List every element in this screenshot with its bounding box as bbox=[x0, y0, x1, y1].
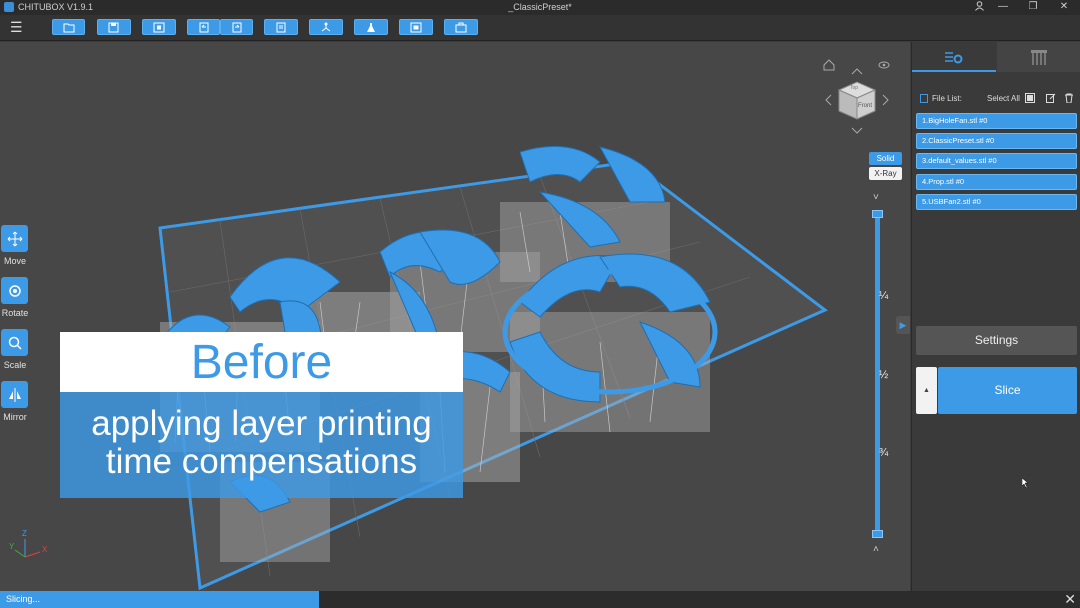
close-button[interactable]: ✕ bbox=[1057, 1, 1071, 13]
settings-button[interactable]: Settings bbox=[916, 326, 1077, 355]
axis-x-label: X bbox=[42, 545, 48, 554]
mirror-icon bbox=[8, 387, 21, 402]
redo-icon bbox=[232, 22, 241, 33]
home-view-icon bbox=[823, 59, 835, 71]
caption-line-2: time compensations bbox=[105, 442, 418, 481]
caption-body: applying layer printing time compensatio… bbox=[60, 392, 463, 498]
redo-button[interactable] bbox=[220, 19, 253, 35]
hamburger-menu-icon[interactable]: ☰ bbox=[10, 20, 26, 34]
status-bar: Slicing... ✕ bbox=[0, 591, 1080, 608]
title-bar: CHITUBOX V1.9.1 _ClassicPreset* — ❐ ✕ bbox=[0, 0, 1080, 15]
move-arrows-icon bbox=[7, 231, 22, 246]
mouse-cursor-icon bbox=[1022, 478, 1029, 488]
view-navigation-cube[interactable]: Front Top bbox=[822, 57, 897, 142]
file-list-label: File List: bbox=[932, 94, 962, 103]
tab-model-settings[interactable] bbox=[912, 42, 996, 72]
maximize-button[interactable]: ❐ bbox=[1026, 1, 1040, 13]
build-plate-scene bbox=[14, 145, 828, 591]
move-tool[interactable]: Move bbox=[0, 225, 30, 266]
caption-overlay: Before applying layer printing time comp… bbox=[60, 332, 463, 498]
file-list-item[interactable]: 2.ClassicPreset.stl #0 bbox=[916, 133, 1077, 149]
slider-mark-three-quarter: ¾ bbox=[879, 447, 889, 459]
select-all-checkbox[interactable] bbox=[1025, 93, 1035, 103]
status-close-icon[interactable]: ✕ bbox=[1064, 592, 1076, 606]
slice-button[interactable]: Slice bbox=[938, 367, 1077, 414]
file-list-item[interactable]: 1.BigHoleFan.stl #0 bbox=[916, 113, 1077, 129]
slicing-progress-bar bbox=[0, 591, 319, 608]
layer-slider-bottom-handle[interactable] bbox=[872, 530, 883, 538]
panel-collapse-arrow-icon[interactable]: ▶ bbox=[896, 316, 910, 334]
edit-icon[interactable] bbox=[1046, 93, 1056, 103]
user-icon[interactable] bbox=[972, 1, 986, 13]
status-text: Slicing... bbox=[6, 594, 41, 604]
dig-hole-button[interactable] bbox=[399, 19, 433, 35]
layer-slider-top-handle[interactable] bbox=[872, 210, 883, 218]
flask-icon bbox=[367, 23, 375, 32]
move-tool-label: Move bbox=[3, 256, 26, 266]
mirror-tool[interactable]: Mirror bbox=[0, 381, 30, 422]
hollow-button[interactable] bbox=[354, 19, 388, 35]
file-list-item[interactable]: 4.Prop.stl #0 bbox=[916, 174, 1077, 190]
save-icon bbox=[108, 22, 119, 33]
trash-icon[interactable] bbox=[1064, 93, 1074, 103]
rotate-tool-label: Rotate bbox=[1, 308, 29, 318]
support-table-icon bbox=[1031, 50, 1047, 65]
copy-button[interactable] bbox=[264, 19, 298, 35]
network-icon bbox=[321, 22, 331, 32]
document-title: _ClassicPreset* bbox=[508, 2, 572, 12]
undo-button[interactable] bbox=[187, 19, 220, 35]
minimize-button[interactable]: — bbox=[996, 1, 1010, 13]
support-tree-button[interactable] bbox=[309, 19, 343, 35]
axis-indicator bbox=[14, 539, 41, 558]
eye-icon bbox=[878, 61, 890, 69]
copy-icon bbox=[276, 22, 286, 33]
scale-icon bbox=[8, 336, 22, 350]
slice-options-toggle[interactable]: ▲ bbox=[916, 367, 937, 414]
main-toolbar: ☰ bbox=[0, 15, 1080, 41]
square-target-icon bbox=[410, 22, 422, 33]
axis-z-label: Z bbox=[22, 529, 27, 538]
toolbox-icon bbox=[455, 22, 467, 33]
scale-tool-label: Scale bbox=[3, 360, 27, 370]
slider-up-chevron-icon[interactable]: ˄ bbox=[873, 544, 879, 555]
rotate-tool[interactable]: Rotate bbox=[0, 277, 30, 318]
slider-mark-quarter: ¼ bbox=[879, 290, 889, 302]
slider-down-chevron-icon[interactable]: ˅ bbox=[873, 192, 879, 203]
tools-button[interactable] bbox=[444, 19, 478, 35]
cube-front-label: Front bbox=[858, 103, 873, 109]
right-panel: File List: Select All 1.BigHoleFan.stl #… bbox=[911, 42, 1080, 591]
undo-icon bbox=[199, 22, 208, 33]
slider-mark-half: ½ bbox=[879, 369, 889, 381]
caption-title: Before bbox=[60, 332, 463, 392]
scale-tool[interactable]: Scale bbox=[0, 329, 30, 370]
layout-icon bbox=[153, 22, 165, 33]
cube-top-label: Top bbox=[850, 85, 859, 91]
rotate-icon bbox=[8, 284, 21, 297]
file-list-item[interactable]: 3.default_values.stl #0 bbox=[916, 153, 1077, 169]
select-all-label: Select All bbox=[987, 94, 1020, 103]
auto-layout-button[interactable] bbox=[142, 19, 176, 35]
solid-view-button[interactable]: Solid bbox=[869, 152, 902, 165]
save-button[interactable] bbox=[97, 19, 131, 35]
xray-view-button[interactable]: X-Ray bbox=[869, 167, 902, 180]
folder-icon bbox=[63, 23, 74, 33]
caption-line-1: applying layer printing bbox=[91, 404, 432, 443]
axis-y-label: Y bbox=[9, 542, 15, 551]
mirror-tool-label: Mirror bbox=[3, 412, 27, 422]
open-file-button[interactable] bbox=[52, 19, 85, 35]
document-icon bbox=[920, 94, 928, 103]
tab-supports[interactable] bbox=[997, 42, 1080, 72]
file-list-item[interactable]: 5.USBFan2.stl #0 bbox=[916, 194, 1077, 210]
3d-viewport[interactable]: Z X Y Front Top Move Rotate Scale Mirror… bbox=[0, 42, 910, 591]
list-gear-icon bbox=[945, 52, 963, 64]
